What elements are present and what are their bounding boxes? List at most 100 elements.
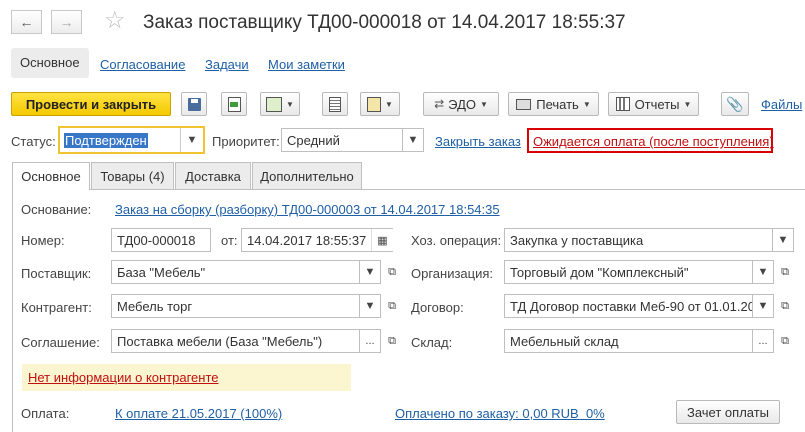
status-value: Подтвержден <box>64 132 148 148</box>
paid-link[interactable]: Оплачено по заказу: 0,00 RUB 0% <box>395 406 605 421</box>
agreement-choose-button[interactable]: ... <box>359 329 381 353</box>
open-link-icon: ⧉ <box>781 334 789 347</box>
navtab-main[interactable]: Основное <box>11 48 89 78</box>
save-button[interactable] <box>181 92 207 116</box>
payment-link[interactable]: К оплате 21.05.2017 (100%) <box>115 406 282 421</box>
status-dropdown-button[interactable]: ▼ <box>180 128 203 152</box>
reports-button[interactable]: Отчеты ▼ <box>608 92 699 116</box>
dropdown-caret-icon: ▼ <box>582 99 591 109</box>
agreement-field[interactable]: Поставка мебели (База "Мебель") <box>111 329 381 353</box>
dropdown-caret-icon: ▼ <box>683 99 692 109</box>
forward-button[interactable]: → <box>51 10 82 34</box>
files-link[interactable]: Файлы <box>761 97 802 112</box>
supplier-dropdown-button[interactable]: ▼ <box>359 260 381 284</box>
number-field[interactable]: ТД00-000018 <box>111 228 211 252</box>
supplier-open-button[interactable]: ⧉ <box>382 260 402 284</box>
chevron-down-icon: ▼ <box>364 266 376 278</box>
counterparty-dropdown-button[interactable]: ▼ <box>359 294 381 318</box>
awaiting-payment-link[interactable]: Ожидается оплата (после поступления) <box>533 134 774 149</box>
tab-delivery[interactable]: Доставка <box>175 162 251 189</box>
ellipsis-icon: ... <box>365 335 375 347</box>
calendar-icon: ▦ <box>377 234 388 247</box>
printer-icon <box>516 98 532 110</box>
chevron-down-icon: ▼ <box>407 134 419 146</box>
navtab-approval[interactable]: Согласование <box>100 57 185 72</box>
paperclip-icon: 📎 <box>726 95 744 112</box>
print-button[interactable]: Печать ▼ <box>508 92 599 116</box>
tab-goods[interactable]: Товары (4) <box>91 162 174 189</box>
tab-main[interactable]: Основное <box>12 162 90 190</box>
warehouse-open-button[interactable]: ⧉ <box>775 329 795 353</box>
org-label: Организация: <box>411 266 494 281</box>
document-post-icon <box>227 96 241 112</box>
post-button[interactable] <box>221 92 247 116</box>
open-link-icon: ⧉ <box>388 334 396 347</box>
org-dropdown-button[interactable]: ▼ <box>752 260 774 284</box>
floppy-disk-icon <box>187 97 201 111</box>
priority-dropdown-button[interactable]: ▼ <box>402 128 424 152</box>
agreement-open-button[interactable]: ⧉ <box>382 329 402 353</box>
create-based-on-button[interactable]: ▼ <box>260 92 300 116</box>
post-and-close-button[interactable]: Провести и закрыть <box>11 92 171 116</box>
org-field[interactable]: Торговый дом "Комплексный" <box>504 260 774 284</box>
reports-label: Отчеты <box>634 96 680 112</box>
supplier-field[interactable]: База "Мебель" <box>111 260 381 284</box>
warehouse-label: Склад: <box>411 335 453 350</box>
operation-dropdown-button[interactable]: ▼ <box>772 228 794 252</box>
close-order-link[interactable]: Закрыть заказ <box>435 134 521 149</box>
contract-value: ТД Договор поставки Меб-90 от 01.01.20 <box>510 298 755 314</box>
warehouse-field[interactable]: Мебельный склад <box>504 329 774 353</box>
tab-additional[interactable]: Дополнительно <box>252 162 362 189</box>
edo-button[interactable]: ⇄ ЭДО ▼ <box>423 92 499 116</box>
back-button[interactable]: ← <box>11 10 42 34</box>
edo-icon: ⇄ <box>434 97 445 111</box>
contract-open-button[interactable]: ⧉ <box>775 294 795 318</box>
org-open-button[interactable]: ⧉ <box>775 260 795 284</box>
basis-label: Основание: <box>21 202 92 217</box>
agreement-value: Поставка мебели (База "Мебель") <box>117 333 323 349</box>
navtab-notes[interactable]: Мои заметки <box>268 57 345 72</box>
number-value: ТД00-000018 <box>117 232 196 248</box>
arrow-left-icon: ← <box>19 14 34 30</box>
calendar-button[interactable]: ▦ <box>371 229 393 251</box>
warehouse-choose-button[interactable]: ... <box>752 329 774 353</box>
attach-button[interactable]: 📎 <box>721 92 749 116</box>
document-gear-icon <box>367 96 382 112</box>
chevron-down-icon: ▼ <box>757 300 769 312</box>
contract-dropdown-button[interactable]: ▼ <box>752 294 774 318</box>
counterparty-value: Мебель торг <box>117 298 193 314</box>
create-based-icon <box>266 96 283 112</box>
priority-value: Средний <box>287 132 340 148</box>
contract-label: Договор: <box>411 300 464 315</box>
counterparty-label: Контрагент: <box>21 300 92 315</box>
counterparty-open-button[interactable]: ⧉ <box>382 294 402 318</box>
payment-offset-button[interactable]: Зачет оплаты <box>676 400 780 424</box>
contract-field[interactable]: ТД Договор поставки Меб-90 от 01.01.20 <box>504 294 774 318</box>
ellipsis-icon: ... <box>758 335 768 347</box>
counterparty-field[interactable]: Мебель торг <box>111 294 381 318</box>
priority-label: Приоритет: <box>212 134 280 149</box>
supplier-value: База "Мебель" <box>117 264 206 280</box>
operation-label: Хоз. операция: <box>411 233 502 248</box>
chevron-down-icon: ▼ <box>777 234 789 246</box>
report-chart-icon <box>615 97 630 111</box>
document-actions-button[interactable]: ▼ <box>360 92 400 116</box>
structure-button[interactable] <box>322 92 348 116</box>
edo-label: ЭДО <box>448 96 476 112</box>
basis-link[interactable]: Заказ на сборку (разборку) ТД00-000003 о… <box>115 202 500 217</box>
open-link-icon: ⧉ <box>388 265 396 278</box>
agreement-label: Соглашение: <box>21 335 100 350</box>
payment-label: Оплата: <box>21 406 70 421</box>
org-value: Торговый дом "Комплексный" <box>510 264 689 280</box>
open-link-icon: ⧉ <box>781 299 789 312</box>
operation-value: Закупка у поставщика <box>510 232 644 248</box>
operation-select[interactable]: Закупка у поставщика <box>504 228 794 252</box>
navtab-tasks[interactable]: Задачи <box>205 57 249 72</box>
favorite-star-icon[interactable]: ☆ <box>104 8 126 34</box>
no-info-link[interactable]: Нет информации о контрагенте <box>28 370 219 385</box>
chevron-down-icon: ▼ <box>186 134 198 146</box>
open-link-icon: ⧉ <box>781 265 789 278</box>
dropdown-caret-icon: ▼ <box>479 99 488 109</box>
dropdown-caret-icon: ▼ <box>385 99 393 109</box>
arrow-right-icon: → <box>59 14 74 30</box>
